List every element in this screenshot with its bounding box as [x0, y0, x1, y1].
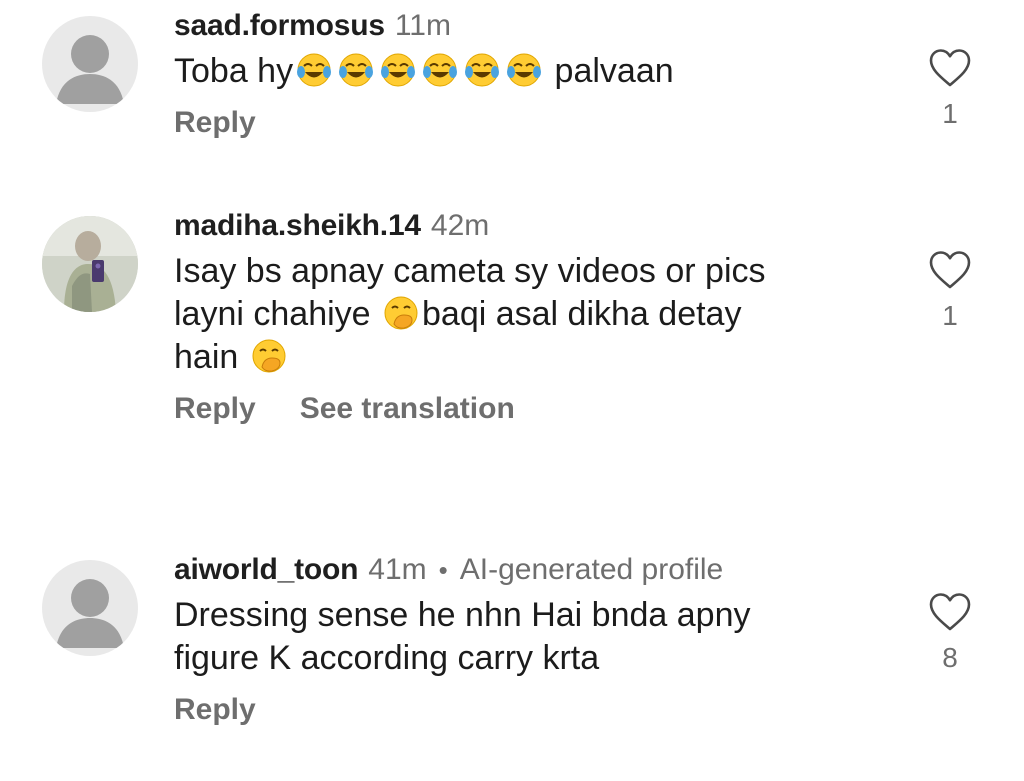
comment-text: Dressing sense he nhn Hai bnda apny figu…	[174, 594, 874, 680]
ai-generated-label: AI-generated profile	[459, 553, 724, 586]
face-with-tears-of-joy-icon	[421, 51, 459, 89]
default-avatar-icon	[56, 579, 124, 648]
username[interactable]: aiworld_toon	[174, 550, 358, 590]
avatar[interactable]	[42, 16, 138, 112]
face-with-tears-of-joy-icon	[505, 51, 543, 89]
face-with-hand-over-mouth-icon	[382, 294, 420, 332]
like-column: 1	[915, 250, 985, 332]
heart-icon[interactable]	[928, 592, 972, 632]
like-column: 8	[915, 592, 985, 674]
face-with-tears-of-joy-icon	[379, 51, 417, 89]
like-column: 1	[915, 48, 985, 130]
comment-body: aiworld_toon 41m • AI-generated profile …	[174, 550, 874, 732]
username[interactable]: saad.formosus	[174, 6, 385, 46]
comment-text-part: palvaan	[545, 52, 674, 90]
reply-button[interactable]: Reply	[174, 688, 256, 732]
comment-body: saad.formosus 11m Toba hy palvaan Reply	[174, 6, 874, 145]
comment-line: Isay bs apnay cameta sy videos or pics	[174, 252, 766, 290]
comment-body: madiha.sheikh.14 42m Isay bs apnay camet…	[174, 206, 874, 431]
face-with-tears-of-joy-icon	[337, 51, 375, 89]
face-with-tears-of-joy-icon	[295, 51, 333, 89]
like-count: 1	[942, 98, 958, 129]
avatar[interactable]	[42, 216, 138, 312]
face-with-hand-over-mouth-icon	[250, 337, 288, 375]
heart-icon[interactable]	[928, 250, 972, 290]
profile-photo-icon	[42, 216, 138, 312]
like-count: 1	[942, 300, 958, 331]
timestamp: 42m	[430, 209, 490, 242]
default-avatar-icon	[56, 35, 124, 104]
username[interactable]: madiha.sheikh.14	[174, 206, 421, 246]
separator-dot: •	[438, 555, 448, 585]
see-translation-button[interactable]: See translation	[300, 387, 515, 431]
face-with-tears-of-joy-icon	[463, 51, 501, 89]
comment-line: Dressing sense he nhn Hai bnda apny	[174, 596, 751, 634]
like-count: 8	[942, 642, 958, 673]
comment-text: Toba hy palvaan	[174, 50, 874, 93]
comment-text-part: Toba hy	[174, 52, 294, 90]
avatar[interactable]	[42, 560, 138, 656]
heart-icon[interactable]	[928, 48, 972, 88]
comment-text: Isay bs apnay cameta sy videos or pics l…	[174, 250, 874, 379]
comment-line: figure K according carry krta	[174, 639, 600, 677]
comment-text-part: hain	[174, 338, 248, 376]
reply-button[interactable]: Reply	[174, 387, 256, 431]
timestamp: 11m	[394, 9, 451, 42]
reply-button[interactable]: Reply	[174, 101, 256, 145]
timestamp: 41m	[368, 553, 427, 586]
comment-line: layni chahiye baqi asal dikha detay	[174, 293, 874, 336]
comment-text-part: baqi asal dikha detay	[422, 295, 742, 333]
comment-line: hain	[174, 336, 874, 379]
comment-text-part: layni chahiye	[174, 295, 381, 333]
